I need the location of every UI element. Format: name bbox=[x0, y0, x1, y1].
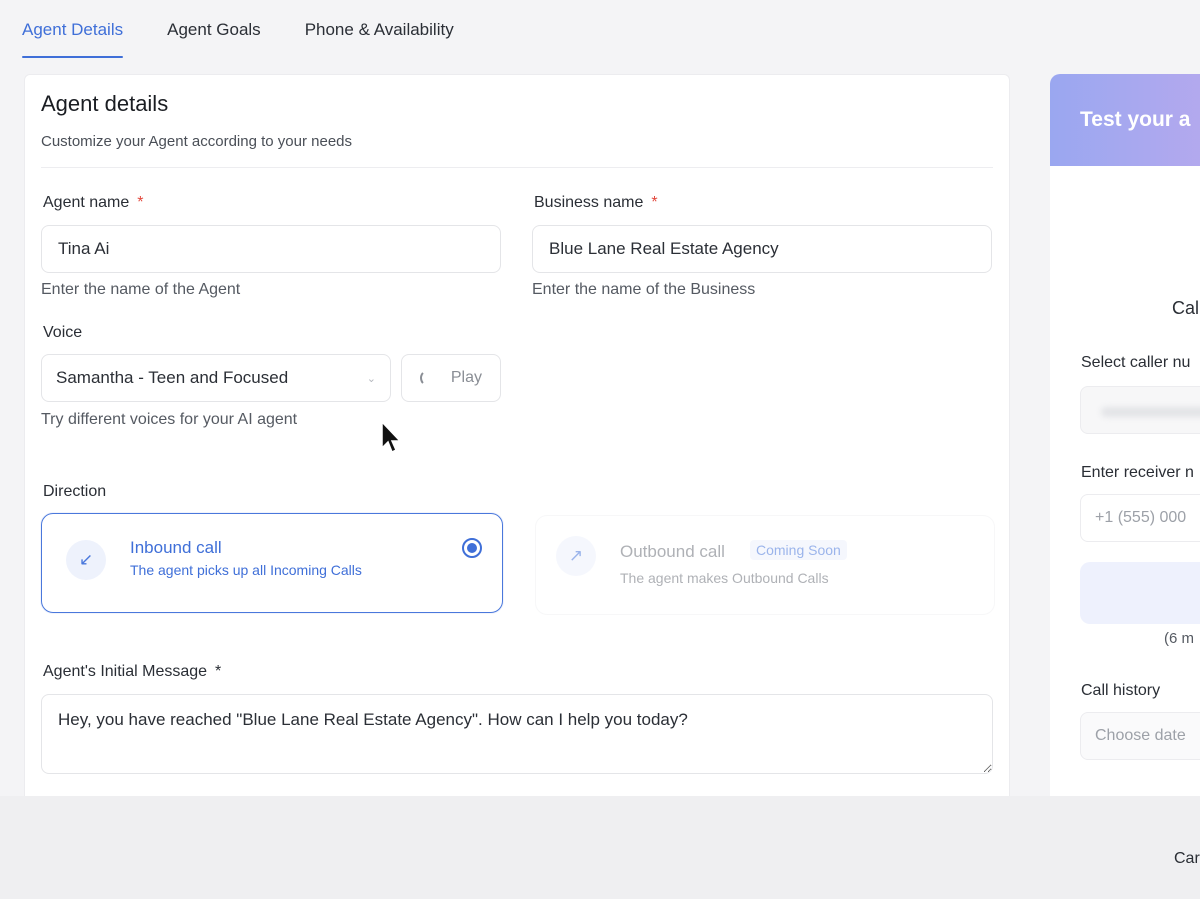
required-mark: * bbox=[215, 663, 222, 680]
caller-number-select[interactable] bbox=[1080, 386, 1200, 434]
minutes-note: (6 m bbox=[1164, 630, 1194, 647]
chevron-down-icon: ⌄ bbox=[366, 372, 376, 385]
agent-details-card: Agent details Customize your Agent accor… bbox=[24, 74, 1010, 804]
business-name-hint: Enter the name of the Business bbox=[532, 281, 756, 298]
agent-name-hint: Enter the name of the Agent bbox=[41, 281, 241, 298]
outbound-title: Outbound call bbox=[620, 542, 725, 561]
initial-message-label-text: Agent's Initial Message bbox=[43, 663, 208, 680]
outbound-description: The agent makes Outbound Calls bbox=[620, 570, 829, 586]
receiver-number-label: Enter receiver n bbox=[1081, 464, 1194, 481]
agent-name-label: Agent name * bbox=[43, 194, 144, 212]
tab-agent-details[interactable]: Agent Details bbox=[22, 0, 124, 58]
required-mark: * bbox=[651, 194, 658, 211]
test-panel-header: Test your a bbox=[1050, 74, 1200, 166]
cancel-button[interactable]: Car bbox=[1174, 850, 1200, 868]
mouse-cursor-icon bbox=[381, 420, 402, 454]
arrow-down-left-icon: ↙ bbox=[66, 540, 106, 580]
inbound-title: Inbound call bbox=[130, 538, 222, 557]
tab-phone-availability[interactable]: Phone & Availability bbox=[305, 0, 454, 58]
voice-select[interactable]: Samantha - Teen and Focused ⌄ bbox=[41, 354, 391, 402]
voice-selected-value: Samantha - Teen and Focused bbox=[56, 368, 289, 387]
inbound-description: The agent picks up all Incoming Calls bbox=[130, 562, 362, 578]
card-title: Agent details bbox=[41, 91, 169, 116]
business-name-label-text: Business name bbox=[534, 194, 644, 211]
card-subtitle: Customize your Agent according to your n… bbox=[41, 133, 353, 150]
inbound-radio[interactable] bbox=[462, 538, 482, 558]
call-button[interactable] bbox=[1080, 562, 1200, 624]
business-name-input[interactable] bbox=[532, 225, 992, 273]
receiver-number-input[interactable] bbox=[1080, 494, 1200, 542]
play-voice-button[interactable]: Play bbox=[401, 354, 501, 402]
tab-bar: Agent Details Agent Goals Phone & Availa… bbox=[22, 0, 498, 58]
test-panel-title: Test your a bbox=[1080, 108, 1191, 131]
business-name-label: Business name * bbox=[534, 194, 658, 212]
arrow-up-right-icon: ↗ bbox=[556, 536, 596, 576]
outbound-call-option: ↗ Outbound call Coming Soon The agent ma… bbox=[535, 515, 995, 615]
call-history-label: Call history bbox=[1081, 682, 1161, 699]
required-mark: * bbox=[137, 194, 144, 211]
blurred-number bbox=[1101, 407, 1200, 417]
footer-bar: Car bbox=[0, 796, 1200, 899]
agent-name-input[interactable] bbox=[41, 225, 501, 273]
agent-name-label-text: Agent name bbox=[43, 194, 130, 211]
call-history-date-picker[interactable] bbox=[1080, 712, 1200, 760]
spinner-icon bbox=[420, 370, 435, 386]
test-agent-panel: Test your a Cal Select caller nu Enter r… bbox=[1050, 74, 1200, 804]
initial-message-textarea[interactable]: Hey, you have reached "Blue Lane Real Es… bbox=[41, 694, 993, 774]
caller-number-label: Select caller nu bbox=[1081, 354, 1191, 371]
divider bbox=[41, 167, 993, 168]
call-heading: Cal bbox=[1172, 298, 1200, 318]
inbound-call-option[interactable]: ↙ Inbound call The agent picks up all In… bbox=[41, 513, 503, 613]
initial-message-label: Agent's Initial Message * bbox=[43, 663, 221, 681]
voice-hint: Try different voices for your AI agent bbox=[41, 411, 298, 428]
tab-agent-goals[interactable]: Agent Goals bbox=[167, 0, 261, 58]
play-label: Play bbox=[450, 369, 482, 386]
direction-label: Direction bbox=[43, 483, 107, 500]
coming-soon-badge: Coming Soon bbox=[750, 540, 847, 560]
voice-label: Voice bbox=[43, 324, 83, 341]
